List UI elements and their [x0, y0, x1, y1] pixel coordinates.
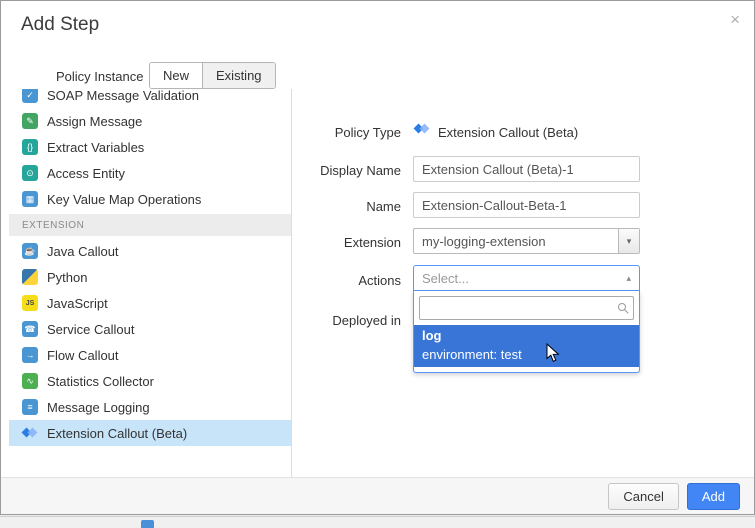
- sidebar-item-label: Python: [47, 270, 87, 285]
- panel-divider: [291, 89, 292, 479]
- sidebar-item-label: Flow Callout: [47, 348, 119, 363]
- sidebar-item-label: Extract Variables: [47, 140, 144, 155]
- extension-label: Extension: [301, 235, 401, 250]
- display-name-input[interactable]: [413, 156, 640, 182]
- extension-callout-icon: [22, 425, 38, 441]
- sidebar-item-message-logging[interactable]: ≡ Message Logging: [9, 394, 291, 420]
- background-page-icon: [141, 520, 154, 528]
- background-page-strip: [0, 516, 755, 528]
- chevron-down-icon[interactable]: ▾: [618, 229, 639, 253]
- extension-select-value: my-logging-extension: [414, 234, 618, 249]
- assign-message-icon: ✎: [22, 113, 38, 129]
- sidebar-item-soap-message-validation[interactable]: ✓ SOAP Message Validation: [9, 89, 291, 108]
- sidebar-item-extract-variables[interactable]: {} Extract Variables: [9, 134, 291, 160]
- sidebar-item-label: Statistics Collector: [47, 374, 154, 389]
- sidebar-item-javascript[interactable]: JS JavaScript: [9, 290, 291, 316]
- add-button[interactable]: Add: [687, 483, 740, 510]
- actions-combobox[interactable]: Select... ▴: [413, 265, 640, 291]
- actions-label: Actions: [301, 273, 401, 288]
- sidebar-item-flow-callout[interactable]: → Flow Callout: [9, 342, 291, 368]
- service-callout-icon: ☎: [22, 321, 38, 337]
- python-icon: [22, 269, 38, 285]
- extension-select[interactable]: my-logging-extension ▾: [413, 228, 640, 254]
- dropdown-option-environment-test[interactable]: environment: test: [414, 345, 639, 367]
- policy-instance-label: Policy Instance: [56, 69, 143, 84]
- new-toggle-button[interactable]: New: [150, 63, 202, 88]
- sidebar-item-assign-message[interactable]: ✎ Assign Message: [9, 108, 291, 134]
- add-step-screen: Add Step × Policy Instance New Existing …: [0, 0, 755, 528]
- policy-list: ✓ SOAP Message Validation ✎ Assign Messa…: [9, 89, 291, 479]
- sidebar-item-label: SOAP Message Validation: [47, 89, 199, 103]
- sidebar-item-extension-callout-beta[interactable]: Extension Callout (Beta): [9, 420, 291, 446]
- sidebar-item-label: Service Callout: [47, 322, 134, 337]
- name-label: Name: [301, 199, 401, 214]
- policy-type-label: Policy Type: [301, 125, 401, 140]
- sidebar-item-key-value-map-operations[interactable]: ▦ Key Value Map Operations: [9, 186, 291, 212]
- sidebar-item-label: Java Callout: [47, 244, 119, 259]
- sidebar-section-extension: EXTENSION: [9, 214, 291, 236]
- dropdown-search-input[interactable]: [419, 296, 634, 320]
- close-icon[interactable]: ×: [730, 10, 740, 30]
- sidebar-item-label: Access Entity: [47, 166, 125, 181]
- existing-toggle-button[interactable]: Existing: [202, 63, 275, 88]
- sidebar-item-label: Message Logging: [47, 400, 150, 415]
- sidebar-item-java-callout[interactable]: ☕ Java Callout: [9, 238, 291, 264]
- soap-validation-icon: ✓: [22, 89, 38, 103]
- sidebar-item-statistics-collector[interactable]: ∿ Statistics Collector: [9, 368, 291, 394]
- name-input[interactable]: [413, 192, 640, 218]
- policy-type-value: Extension Callout (Beta): [438, 125, 578, 140]
- add-step-modal: Add Step × Policy Instance New Existing …: [0, 0, 755, 515]
- dropdown-option-group-log: log: [414, 325, 639, 345]
- sidebar-item-access-entity[interactable]: ⊙ Access Entity: [9, 160, 291, 186]
- java-callout-icon: ☕: [22, 243, 38, 259]
- sidebar-item-label: Assign Message: [47, 114, 142, 129]
- sidebar-item-label: Key Value Map Operations: [47, 192, 201, 207]
- mouse-cursor-icon: [546, 343, 560, 368]
- policy-type-icon: [414, 121, 430, 137]
- policy-instance-toggle: New Existing: [149, 62, 276, 89]
- statistics-collector-icon: ∿: [22, 373, 38, 389]
- sidebar-item-python[interactable]: Python: [9, 264, 291, 290]
- chevron-up-icon: ▴: [626, 273, 639, 284]
- actions-dropdown-panel: log environment: test: [413, 291, 640, 373]
- access-entity-icon: ⊙: [22, 165, 38, 181]
- flow-callout-icon: →: [22, 347, 38, 363]
- key-value-map-icon: ▦: [22, 191, 38, 207]
- actions-combobox-value: Select...: [414, 271, 626, 286]
- message-logging-icon: ≡: [22, 399, 38, 415]
- search-icon: [618, 303, 626, 311]
- javascript-icon: JS: [22, 295, 38, 311]
- cancel-button[interactable]: Cancel: [608, 483, 678, 510]
- sidebar-item-service-callout[interactable]: ☎ Service Callout: [9, 316, 291, 342]
- extract-variables-icon: {}: [22, 139, 38, 155]
- dropdown-search: [419, 296, 634, 320]
- display-name-label: Display Name: [301, 163, 401, 178]
- sidebar-item-label: Extension Callout (Beta): [47, 426, 187, 441]
- deployed-in-label: Deployed in: [301, 313, 401, 328]
- modal-footer: Cancel Add: [1, 477, 754, 514]
- page-title: Add Step: [21, 14, 99, 36]
- sidebar-item-label: JavaScript: [47, 296, 108, 311]
